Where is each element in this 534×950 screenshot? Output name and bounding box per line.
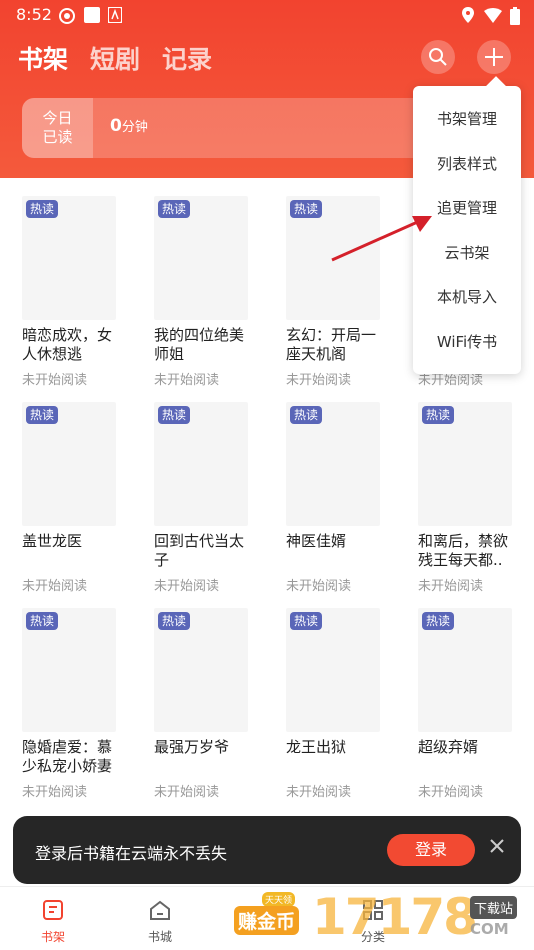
book-cover: 热读	[22, 608, 116, 732]
battery-icon	[510, 7, 520, 29]
menu-item-shelf-manage[interactable]: 书架管理	[413, 108, 521, 129]
book-card[interactable]: 热读 超级弃婿 未开始阅读	[418, 608, 512, 800]
book-card[interactable]: 热读 回到古代当太子 未开始阅读	[154, 402, 248, 594]
book-cover: 热读	[286, 402, 380, 526]
book-status: 未开始阅读	[418, 579, 484, 594]
app-notification-icon	[58, 7, 76, 29]
book-cover: 热读	[22, 402, 116, 526]
tab-short-drama[interactable]: 短剧	[90, 40, 140, 76]
font-notification-icon	[107, 6, 123, 27]
hot-badge: 热读	[422, 612, 455, 630]
book-status: 未开始阅读	[154, 785, 220, 800]
coin-label: 赚金币	[234, 906, 300, 935]
hot-badge: 热读	[158, 200, 191, 218]
book-card[interactable]: 热读 暗恋成欢，女人休想逃 未开始阅读	[22, 196, 116, 388]
book-cover: 热读	[154, 196, 248, 320]
tabbar-item-bookstore[interactable]: 书城	[135, 899, 185, 945]
hot-badge: 热读	[422, 406, 455, 424]
book-card[interactable]: 热读 最强万岁爷 未开始阅读	[154, 608, 248, 800]
book-cover: 热读	[154, 608, 248, 732]
book-status: 未开始阅读	[154, 373, 220, 388]
book-title: 回到古代当太子	[154, 532, 245, 569]
today-read-label: 今日 已读	[22, 98, 93, 158]
book-cover: 热读	[154, 402, 248, 526]
book-status: 未开始阅读	[22, 373, 88, 388]
book-card[interactable]: 热读 龙王出狱 未开始阅读	[286, 608, 380, 800]
square-notification-icon	[84, 7, 100, 27]
status-bar: 8:52	[0, 0, 534, 30]
hot-badge: 热读	[26, 612, 59, 630]
login-toast: 登录后书籍在云端永不丢失 登录	[13, 816, 521, 884]
book-status: 未开始阅读	[286, 579, 352, 594]
login-button[interactable]: 登录	[387, 834, 475, 866]
home-icon	[150, 900, 170, 920]
book-card[interactable]: 热读 神医佳婿 未开始阅读	[286, 402, 380, 594]
book-status: 未开始阅读	[22, 579, 88, 594]
book-cover: 热读	[418, 402, 512, 526]
book-cover: 热读	[22, 196, 116, 320]
search-button[interactable]	[421, 40, 455, 74]
book-card[interactable]: 热读 和离后，禁欲残王每天都.. 未开始阅读	[418, 402, 512, 594]
book-title: 我的四位绝美师姐	[154, 326, 245, 363]
book-status: 未开始阅读	[154, 579, 220, 594]
bookshelf-icon	[43, 900, 63, 920]
book-status: 未开始阅读	[286, 785, 352, 800]
book-title: 最强万岁爷	[154, 738, 230, 756]
tab-history[interactable]: 记录	[162, 40, 212, 76]
book-title: 玄幻：开局一座天机阁	[286, 326, 377, 363]
book-card[interactable]: 热读 我的四位绝美师姐 未开始阅读	[154, 196, 248, 388]
book-title: 神医佳婿	[286, 532, 347, 550]
book-title: 隐婚虐爱：慕少私宠小娇妻	[22, 738, 113, 775]
book-title: 暗恋成欢，女人休想逃	[22, 326, 113, 363]
book-status: 未开始阅读	[286, 373, 352, 388]
tab-bookshelf[interactable]: 书架	[18, 40, 68, 76]
location-icon	[462, 7, 474, 27]
book-cover: 热读	[286, 608, 380, 732]
search-icon	[429, 48, 447, 66]
menu-item-local-import[interactable]: 本机导入	[413, 286, 521, 307]
toast-message: 登录后书籍在云端永不丢失	[35, 844, 228, 863]
book-title: 龙王出狱	[286, 738, 347, 756]
hot-badge: 热读	[290, 406, 323, 424]
hot-badge: 热读	[26, 200, 59, 218]
coin-badge: 天天领	[262, 892, 296, 907]
watermark-badge: 下载站	[470, 896, 518, 919]
add-button[interactable]	[477, 40, 511, 74]
plus-icon	[485, 48, 503, 66]
watermark-site: COM	[470, 920, 509, 938]
hot-badge: 热读	[290, 612, 323, 630]
book-card[interactable]: 热读 盖世龙医 未开始阅读	[22, 402, 116, 594]
close-icon[interactable]	[489, 838, 505, 858]
book-title: 盖世龙医	[22, 532, 83, 550]
hot-badge: 热读	[158, 612, 191, 630]
menu-item-wifi-transfer[interactable]: WiFi传书	[413, 331, 521, 352]
menu-item-list-style[interactable]: 列表样式	[413, 153, 521, 174]
book-title: 超级弃婿	[418, 738, 479, 756]
status-time: 8:52	[16, 5, 52, 24]
today-read-value: 0分钟	[110, 116, 148, 136]
wifi-icon	[484, 7, 502, 27]
pointer-arrow	[331, 216, 432, 262]
watermark-number: 17178	[312, 888, 478, 946]
book-status: 未开始阅读	[418, 785, 484, 800]
earn-coins-button[interactable]: 天天领 赚金币	[232, 892, 302, 936]
book-cover: 热读	[418, 608, 512, 732]
hot-badge: 热读	[158, 406, 191, 424]
hot-badge: 热读	[26, 406, 59, 424]
book-status: 未开始阅读	[22, 785, 88, 800]
hot-badge: 热读	[290, 200, 323, 218]
tabbar-item-bookshelf[interactable]: 书架	[28, 899, 78, 945]
book-card[interactable]: 热读 隐婚虐爱：慕少私宠小娇妻 未开始阅读	[22, 608, 116, 800]
book-title: 和离后，禁欲残王每天都..	[418, 532, 509, 569]
top-tabs: 书架 短剧 记录	[18, 40, 212, 76]
